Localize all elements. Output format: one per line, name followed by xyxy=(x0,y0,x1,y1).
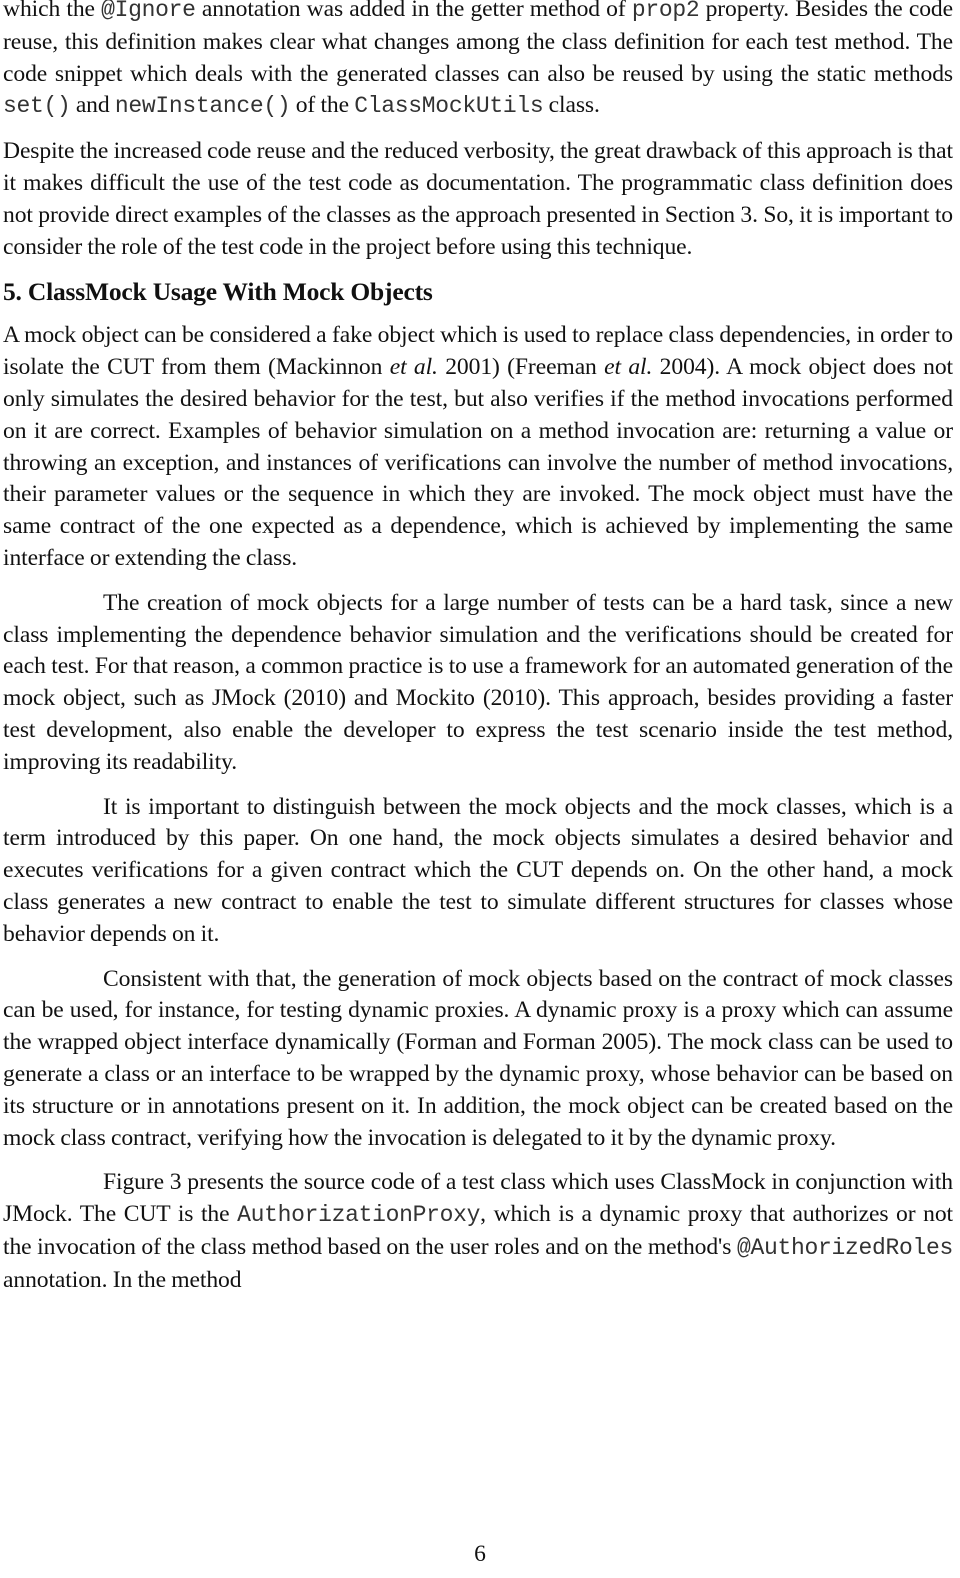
citation-etal: et al. xyxy=(389,354,438,381)
text: and xyxy=(70,92,115,119)
paragraph-mock-object-definition: A mock object can be considered a fake o… xyxy=(3,320,953,574)
paragraph-drawback: Despite the increased code reuse and the… xyxy=(3,138,953,260)
paragraph-ignore-annotation: which the @Ignore annotation was added i… xyxy=(3,0,953,123)
code-classmockutils: ClassMockUtils xyxy=(354,93,544,120)
text: of the xyxy=(290,92,355,119)
paragraph-figure3: Figure 3 presents the source code of a t… xyxy=(3,1167,953,1296)
text: which the xyxy=(3,0,102,22)
text: class. xyxy=(543,92,600,119)
text: 2001) (Freeman xyxy=(437,354,605,381)
code-set: set() xyxy=(3,93,71,120)
text: 2004). A mock object does not only simul… xyxy=(3,354,953,571)
code-newinstance: newInstance() xyxy=(114,93,291,120)
code-prop2: prop2 xyxy=(631,0,700,23)
code-authorizationproxy: AuthorizationProxy xyxy=(237,1202,481,1229)
paper-page: which the @Ignore annotation was added i… xyxy=(3,0,953,1296)
paragraph-mock-frameworks: The creation of mock objects for a large… xyxy=(3,589,953,775)
paragraph-dynamic-proxies: Consistent with that, the generation of … xyxy=(3,965,953,1151)
code-authorizedroles: @AuthorizedRoles xyxy=(736,1234,953,1261)
code-ignore: @Ignore xyxy=(101,0,196,23)
text: annotation was added in the getter metho… xyxy=(195,0,632,22)
text: annotation. In the method xyxy=(3,1266,242,1293)
paragraph-mock-classes: It is important to distinguish between t… xyxy=(3,793,953,947)
section-heading: 5. ClassMock Usage With Mock Objects xyxy=(3,277,433,307)
page-number: 6 xyxy=(474,1541,486,1567)
citation-etal: et al. xyxy=(604,354,653,381)
